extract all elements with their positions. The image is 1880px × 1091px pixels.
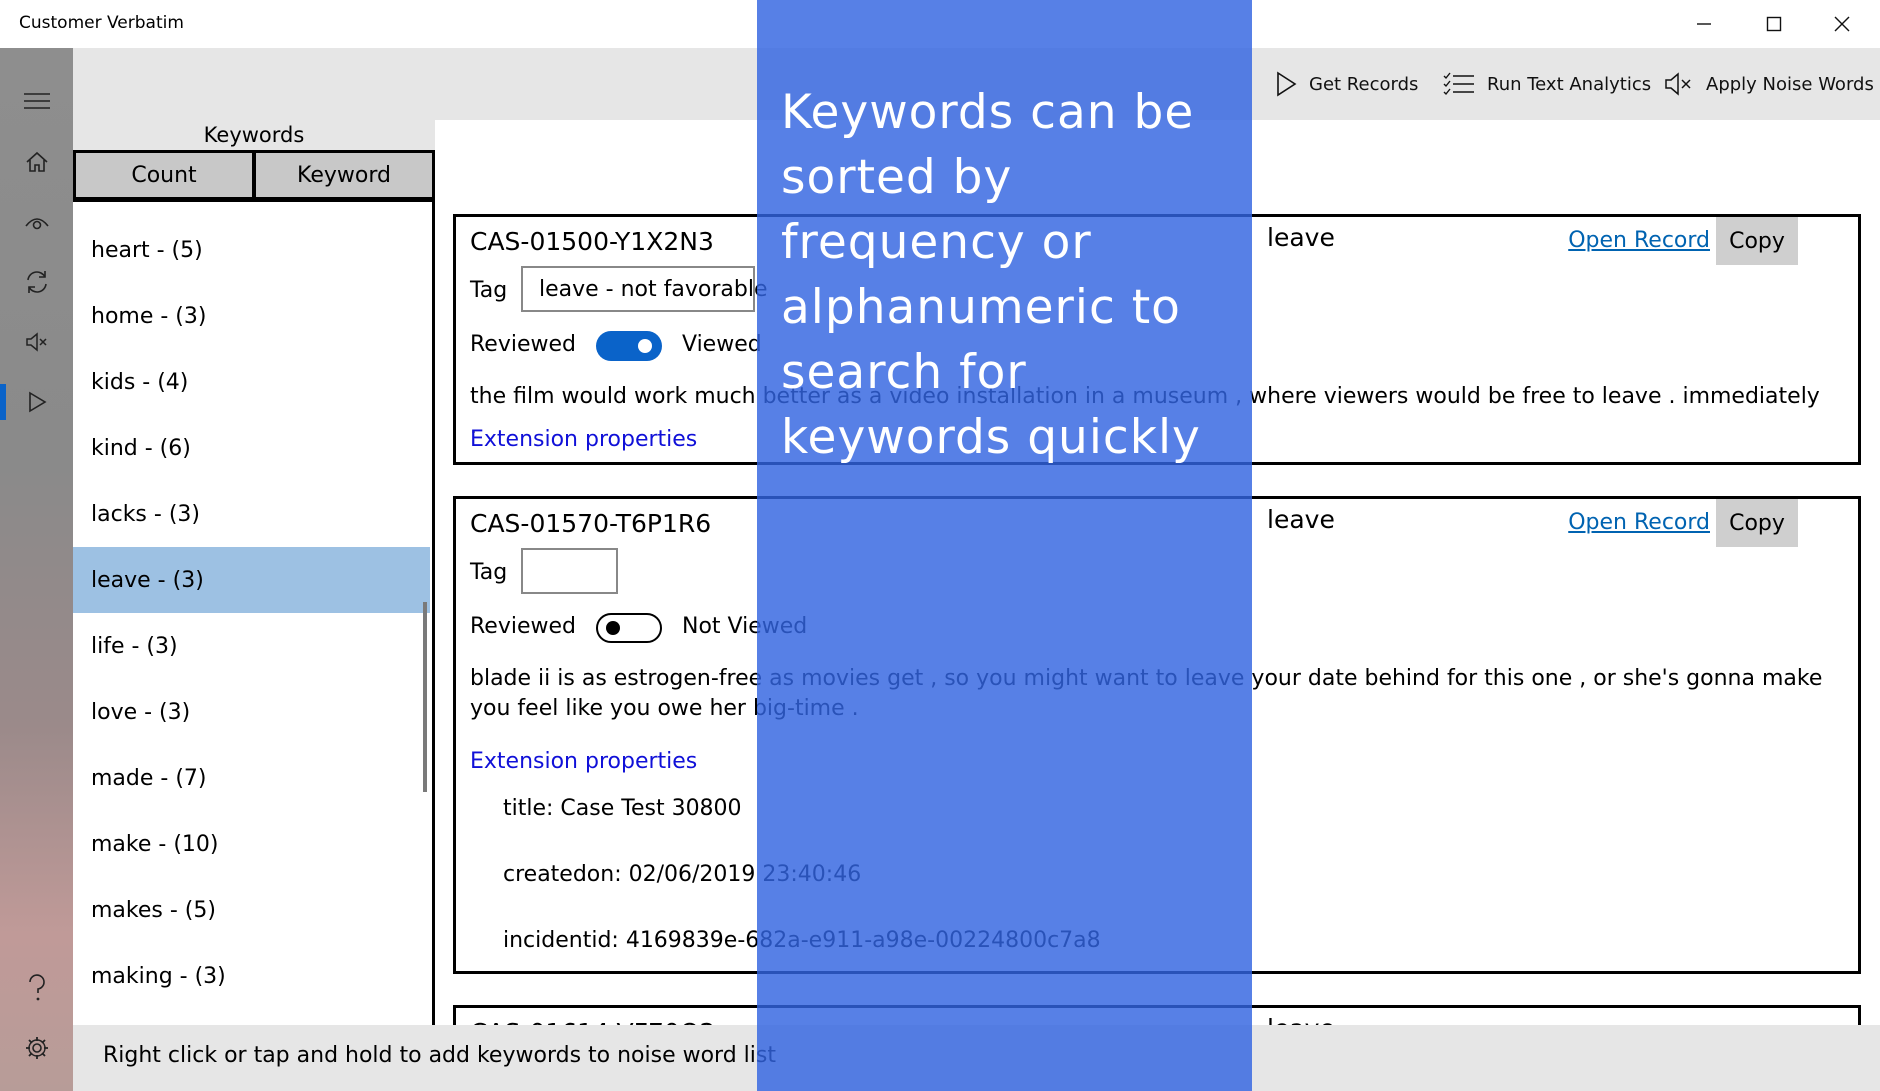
keyword-item[interactable]: love - (3): [73, 679, 430, 745]
open-record-link[interactable]: Open Record: [1568, 510, 1710, 535]
keyword-item[interactable]: kids - (4): [73, 349, 430, 415]
apply-noise-words-button[interactable]: Apply Noise Words: [1664, 68, 1874, 100]
run-text-analytics-label: Run Text Analytics: [1487, 73, 1652, 95]
apply-noise-words-label: Apply Noise Words: [1706, 73, 1874, 95]
get-records-label: Get Records: [1309, 73, 1419, 95]
maximize-icon: [1766, 16, 1782, 32]
record-keyword: leave: [1267, 505, 1335, 534]
keyword-item[interactable]: heart - (5): [73, 217, 430, 283]
keyword-item[interactable]: make - (10): [73, 811, 430, 877]
tag-label: Tag: [470, 560, 508, 585]
record-id: CAS-01500-Y1X2N3: [470, 227, 714, 256]
eye-icon: [24, 218, 49, 230]
nav-settings[interactable]: [0, 1018, 73, 1078]
tag-input[interactable]: leave - not favorable: [521, 266, 767, 312]
tag-input[interactable]: [521, 548, 618, 594]
hamburger-icon: [23, 93, 50, 109]
minimize-icon: [1697, 23, 1711, 25]
mute-icon: [25, 332, 47, 352]
keyword-list: heart - (5) home - (3) kids - (4) kind -…: [73, 199, 435, 1025]
record-keyword: leave: [1267, 1014, 1335, 1025]
checklist-icon: [1443, 72, 1474, 96]
reviewed-toggle[interactable]: [596, 613, 662, 643]
reviewed-label: Reviewed: [470, 614, 576, 639]
viewed-state: Viewed: [682, 332, 762, 357]
tag-label: Tag: [470, 278, 508, 303]
record-id: CAS-01614-VF70Q2: [470, 1018, 715, 1025]
promo-caption: Keywords can be sorted by frequency or a…: [781, 85, 1201, 465]
record-id: CAS-01570-T6P1R6: [470, 509, 712, 538]
play-icon: [1277, 71, 1297, 97]
nav-view[interactable]: [0, 192, 73, 252]
toggle-knob: [638, 339, 652, 353]
keyword-item[interactable]: makes - (5): [73, 877, 430, 943]
close-icon: [1834, 16, 1850, 32]
keyword-item[interactable]: made - (7): [73, 745, 430, 811]
menu-button[interactable]: [0, 71, 73, 131]
keyword-item[interactable]: making - (3): [73, 943, 430, 1009]
ext-prop-title: title: Case Test 30800: [503, 796, 742, 821]
keywords-header: Keywords: [203, 123, 305, 147]
sort-by-count-button[interactable]: Count: [73, 150, 255, 200]
nav-run[interactable]: [0, 372, 73, 432]
copy-button[interactable]: Copy: [1716, 217, 1798, 265]
maximize-button[interactable]: [1740, 0, 1808, 48]
nav-noise-words[interactable]: [0, 312, 73, 372]
close-button[interactable]: [1808, 0, 1876, 48]
open-record-link[interactable]: Open Record: [1568, 228, 1710, 253]
reviewed-toggle[interactable]: [596, 331, 662, 361]
status-message: Right click or tap and hold to add keywo…: [103, 1043, 776, 1068]
play-icon: [28, 391, 47, 413]
minimize-button[interactable]: [1670, 0, 1738, 48]
promo-overlay: Keywords can be sorted by frequency or a…: [757, 0, 1252, 1091]
extension-properties-link[interactable]: Extension properties: [470, 427, 697, 452]
reviewed-label: Reviewed: [470, 332, 576, 357]
keyword-item[interactable]: life - (3): [73, 613, 430, 679]
run-text-analytics-button[interactable]: Run Text Analytics: [1443, 68, 1651, 100]
window-title: Customer Verbatim: [19, 13, 184, 33]
gear-icon: [25, 1037, 48, 1059]
mute-icon: [1665, 72, 1691, 96]
get-records-button[interactable]: Get Records: [1275, 68, 1418, 100]
keyword-item[interactable]: lacks - (3): [73, 481, 430, 547]
extension-properties-link[interactable]: Extension properties: [470, 749, 697, 774]
keyword-item[interactable]: home - (3): [73, 283, 430, 349]
nav-rail: [0, 48, 73, 1091]
record-keyword: leave: [1267, 223, 1335, 252]
toggle-knob: [606, 621, 620, 635]
home-icon: [25, 151, 48, 172]
copy-button[interactable]: Copy: [1716, 499, 1798, 547]
keyword-item-selected[interactable]: leave - (3): [73, 547, 430, 613]
sort-by-keyword-button[interactable]: Keyword: [253, 150, 435, 200]
nav-home[interactable]: [0, 132, 73, 192]
keywords-pane: Keywords Count Keyword heart - (5) home …: [73, 120, 435, 1025]
keyword-item[interactable]: kind - (6): [73, 415, 430, 481]
nav-help[interactable]: [0, 958, 73, 1018]
help-icon: [28, 974, 45, 1001]
nav-sync[interactable]: [0, 252, 73, 312]
keyword-list-scrollbar[interactable]: [423, 602, 427, 792]
sync-icon: [26, 271, 47, 293]
